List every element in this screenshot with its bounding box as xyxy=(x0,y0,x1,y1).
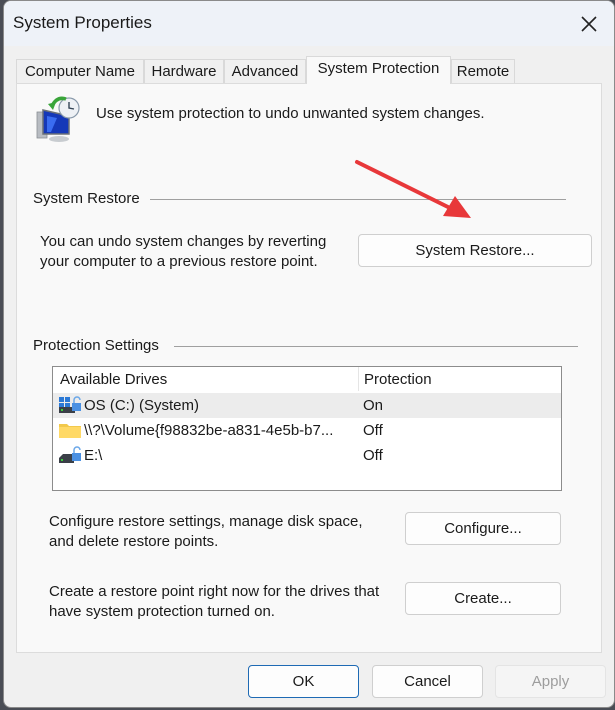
group-divider xyxy=(174,346,578,347)
system-restore-button[interactable]: System Restore... xyxy=(358,234,592,267)
close-icon[interactable] xyxy=(578,13,600,35)
protection-settings-group-label: Protection Settings xyxy=(33,337,159,354)
system-properties-window: System Properties Computer Name Hardware… xyxy=(3,0,615,708)
drive-name: E:\ xyxy=(84,447,103,464)
create-button[interactable]: Create... xyxy=(405,582,561,615)
configure-description: Configure restore settings, manage disk … xyxy=(49,512,363,552)
description-line: Create a restore point right now for the… xyxy=(49,583,380,600)
drive-row[interactable]: \\?\Volume{f98832be-a831-4e5b-b7... Off xyxy=(53,418,561,443)
description-line: your computer to a previous restore poin… xyxy=(40,253,318,270)
tab-hardware[interactable]: Hardware xyxy=(144,59,224,83)
cancel-button[interactable]: Cancel xyxy=(372,665,483,698)
tab-remote[interactable]: Remote xyxy=(451,59,515,83)
system-restore-description: You can undo system changes by reverting… xyxy=(40,232,326,272)
intro-text: Use system protection to undo unwanted s… xyxy=(96,105,485,122)
apply-button[interactable]: Apply xyxy=(495,665,606,698)
drives-list[interactable]: Available Drives Protection OS (C:) (Sys… xyxy=(52,366,562,491)
tab-system-protection[interactable]: System Protection xyxy=(306,56,451,84)
column-separator[interactable] xyxy=(358,367,359,391)
folder-icon xyxy=(58,421,82,439)
configure-button[interactable]: Configure... xyxy=(405,512,561,545)
description-line: and delete restore points. xyxy=(49,533,219,550)
description-line: You can undo system changes by reverting xyxy=(40,233,327,250)
drive-protection-status: Off xyxy=(363,422,383,439)
drive-row[interactable]: OS (C:) (System) On xyxy=(53,393,561,418)
drive-name: OS (C:) (System) xyxy=(84,397,199,414)
ok-button[interactable]: OK xyxy=(248,665,359,698)
system-restore-group-label: System Restore xyxy=(33,190,140,207)
tab-computer-name[interactable]: Computer Name xyxy=(16,59,144,83)
description-line: Configure restore settings, manage disk … xyxy=(49,513,363,530)
drive-protection-status: Off xyxy=(363,447,383,464)
description-line: have system protection turned on. xyxy=(49,603,275,620)
window-title: System Properties xyxy=(13,13,152,32)
tab-advanced[interactable]: Advanced xyxy=(224,59,306,83)
column-protection[interactable]: Protection xyxy=(364,371,432,388)
drive-name: \\?\Volume{f98832be-a831-4e5b-b7... xyxy=(84,422,334,439)
title-bar: System Properties xyxy=(4,1,614,46)
annotation-arrow xyxy=(355,160,471,218)
windows-drive-icon xyxy=(58,396,82,414)
system-protection-panel: Use system protection to undo unwanted s… xyxy=(16,83,602,653)
drive-row[interactable]: E:\ Off xyxy=(53,443,561,468)
system-protection-icon xyxy=(33,94,83,144)
drive-protection-status: On xyxy=(363,397,384,414)
drive-icon xyxy=(58,446,82,464)
column-available-drives[interactable]: Available Drives xyxy=(60,371,167,388)
list-header: Available Drives Protection xyxy=(53,367,561,391)
create-description: Create a restore point right now for the… xyxy=(49,582,379,622)
